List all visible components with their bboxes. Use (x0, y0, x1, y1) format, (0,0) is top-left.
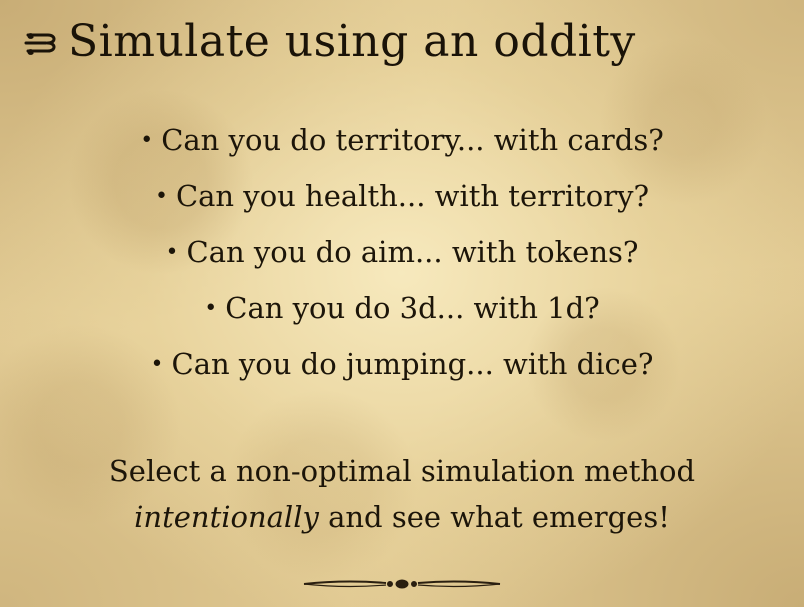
bullet-item: • Can you health... with territory? (0, 168, 804, 224)
bullet-text: Can you health... with territory? (175, 179, 650, 213)
closing-statement: Select a non-optimal simulation method i… (0, 448, 804, 540)
bullet-item: • Can you do aim... with tokens? (0, 224, 804, 280)
closing-line-2: intentionally and see what emerges! (0, 494, 804, 540)
closing-line-2-rest: and see what emerges! (318, 500, 670, 534)
bullet-text: Can you do aim... with tokens? (186, 235, 639, 269)
emphasis-text: intentionally (134, 500, 319, 534)
bullet-dot: • (154, 184, 168, 209)
bullet-text: Can you do 3d... with 1d? (225, 291, 600, 325)
slide-title: Simulate using an oddity (68, 15, 636, 67)
bullet-list: • Can you do territory... with cards? • Ca… (0, 112, 804, 392)
closing-line-1: Select a non-optimal simulation method (108, 454, 696, 488)
divider-flourish-icon (303, 579, 501, 589)
bullet-dot: • (150, 352, 164, 377)
bullet-item: • Can you do territory... with cards? (0, 112, 804, 168)
bullet-item: • Can you do jumping... with dice? (0, 336, 804, 392)
title-row: Simulate using an oddity (22, 6, 636, 76)
bullet-dot: • (140, 128, 154, 153)
bullet-text: Can you do territory... with cards? (161, 123, 664, 157)
bullet-text: Can you do jumping... with dice? (171, 347, 654, 381)
scroll-flourish-icon (24, 33, 56, 55)
slide: Simulate using an oddity • Can you do ter… (0, 0, 804, 607)
bullet-dot: • (165, 240, 179, 265)
bullet-item: • Can you do 3d... with 1d? (0, 280, 804, 336)
bullet-dot: • (204, 296, 218, 321)
